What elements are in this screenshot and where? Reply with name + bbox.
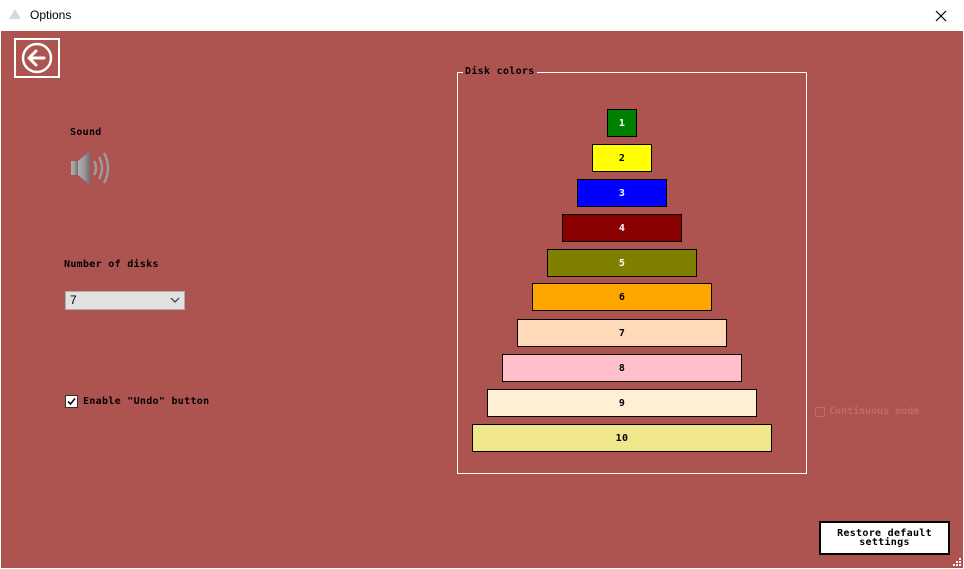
continuous-mode-checkbox [815,406,825,417]
disk-colors-title: Disk colors [463,66,537,77]
disk-color-2[interactable]: 2 [592,144,652,172]
close-button[interactable] [918,0,964,31]
disk-label: 2 [618,152,626,164]
sound-toggle[interactable] [68,148,114,192]
sound-label: Sound [70,127,102,138]
disk-color-6[interactable]: 6 [532,283,712,311]
restore-default-settings-button[interactable]: Restore default settings [819,521,950,555]
disk-color-5[interactable]: 5 [547,249,697,277]
disk-color-8[interactable]: 8 [502,354,742,382]
window-title: Options [30,8,72,22]
number-of-disks-value: 7 [70,293,77,307]
disk-label: 10 [615,432,629,444]
disk-label: 1 [618,117,626,129]
disk-color-1[interactable]: 1 [607,109,637,137]
disk-color-9[interactable]: 9 [487,389,757,417]
resize-grip-icon[interactable] [953,558,961,566]
disk-color-4[interactable]: 4 [562,214,682,242]
number-of-disks-select[interactable]: 7 [65,291,185,310]
disk-color-10[interactable]: 10 [472,424,772,452]
disk-color-7[interactable]: 7 [517,319,727,347]
restore-default-settings-label: Restore default settings [837,528,932,548]
enable-undo-label: Enable "Undo" button [83,396,210,407]
disk-label: 4 [618,222,626,234]
close-icon [935,10,947,21]
back-arrow-icon [21,42,53,74]
back-button[interactable] [14,38,60,78]
disk-label: 5 [618,257,626,269]
title-bar: Options [0,0,964,31]
disk-label: 7 [618,327,626,339]
speaker-icon [71,151,110,185]
disk-label: 3 [618,187,626,199]
continuous-mode-label: Continuous mode [829,406,920,417]
disk-label: 8 [618,362,626,374]
number-of-disks-label: Number of disks [64,259,159,270]
continuous-mode-option: Continuous mode [815,406,919,417]
checkmark-icon [67,398,76,406]
disk-label: 6 [618,291,626,303]
disk-color-3[interactable]: 3 [577,179,667,207]
enable-undo-toggle[interactable]: Enable "Undo" button [65,395,209,408]
enable-undo-checkbox[interactable] [65,395,78,408]
app-icon [9,9,21,19]
chevron-down-icon [170,297,180,303]
disk-label: 9 [618,397,626,409]
options-panel: Sound Number of disks 7 Enable "Undo" bu… [1,31,963,568]
